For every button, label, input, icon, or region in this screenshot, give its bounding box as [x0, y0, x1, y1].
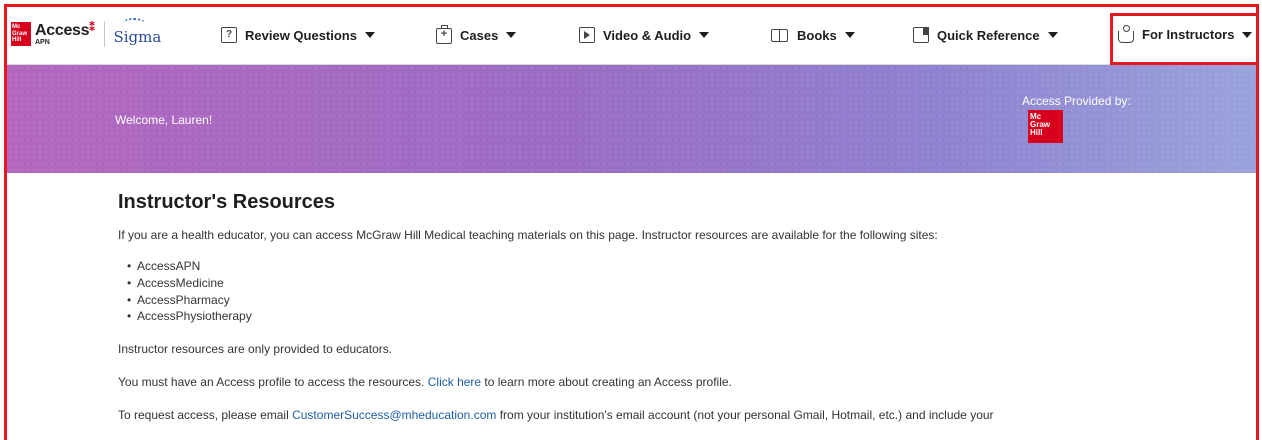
question-box-icon: ? [221, 27, 237, 43]
educators-note: Instructor resources are only provided t… [118, 342, 393, 357]
welcome-banner: Welcome, Lauren! Access Provided by: Mc … [7, 65, 1256, 173]
welcome-message: Welcome, Lauren! [115, 113, 213, 127]
highlight-annotation-box [1110, 13, 1256, 65]
nav-books-label: Books [797, 27, 837, 43]
nav-cases-label: Cases [460, 27, 499, 43]
site-list: AccessAPN AccessMedicine AccessPharmacy … [127, 258, 1238, 325]
request-text-before: To request access, please email [118, 408, 293, 423]
brand-divider [104, 21, 106, 47]
page-frame: Mc Graw Hill Access⁑ APN Sigma ? Review … [4, 4, 1259, 440]
profile-paragraph: You must have an Access profile to acces… [118, 374, 1238, 390]
site-brand[interactable]: Mc Graw Hill Access⁑ APN Sigma [11, 18, 161, 47]
nav-video-audio-label: Video & Audio [603, 27, 692, 43]
nav-review-questions-label: Review Questions [245, 27, 357, 43]
request-paragraph: To request access, please email Customer… [118, 407, 1238, 423]
sigma-logo: Sigma [113, 18, 161, 46]
list-item: AccessAPN [127, 258, 1238, 275]
page-title: Instructor's Resources [118, 191, 336, 213]
list-item: AccessPhysiotherapy [127, 308, 1238, 325]
open-book-icon [771, 27, 789, 43]
chevron-down-icon [506, 32, 517, 38]
intro-text: If you are a health educator, you can ac… [118, 228, 938, 242]
chevron-down-icon [364, 32, 375, 38]
chevron-down-icon [1047, 32, 1058, 38]
play-icon [579, 27, 595, 43]
request-text-after: from your institution's email account (n… [496, 408, 994, 423]
medical-kit-icon: + [436, 25, 452, 44]
list-item: AccessPharmacy [127, 292, 1238, 309]
nav-video-audio[interactable]: Video & Audio [579, 27, 710, 43]
access-provided-label: Access Provided by: [1022, 94, 1131, 108]
main-content: Instructor's Resources If you are a heal… [118, 191, 1238, 423]
click-here-link[interactable]: Click here [428, 375, 481, 389]
profile-text-before: You must have an Access profile to acces… [118, 375, 428, 390]
nav-quick-reference[interactable]: Quick Reference [913, 27, 1058, 43]
provider-logo: Mc Graw Hill [1028, 110, 1063, 143]
profile-text-after: to learn more about creating an Access p… [481, 375, 732, 390]
access-apn-logo: Access⁑ APN [35, 21, 95, 46]
top-navigation: Mc Graw Hill Access⁑ APN Sigma ? Review … [7, 7, 1256, 65]
reference-card-icon [913, 27, 929, 43]
nav-books[interactable]: Books [771, 27, 855, 43]
list-item: AccessMedicine [127, 275, 1238, 292]
nav-review-questions[interactable]: ? Review Questions [221, 27, 375, 43]
chevron-down-icon [699, 32, 710, 38]
chevron-down-icon [844, 32, 855, 38]
nav-quick-reference-label: Quick Reference [937, 27, 1040, 43]
mcgraw-hill-logo: Mc Graw Hill [11, 22, 31, 46]
nav-cases[interactable]: + Cases [436, 25, 517, 44]
support-email-link[interactable]: CustomerSuccess@mheducation.com [292, 408, 496, 422]
